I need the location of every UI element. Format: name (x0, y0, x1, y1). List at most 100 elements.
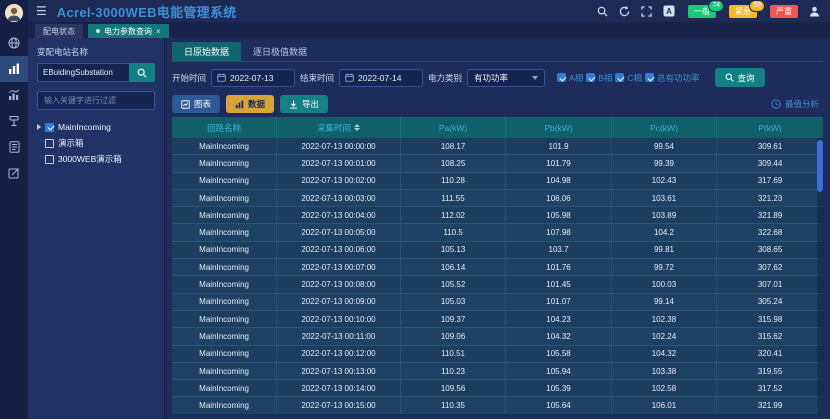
cell-circuit-name: MainIncoming (172, 155, 276, 171)
sidebar-item-edit[interactable] (0, 160, 28, 186)
cell-pc: 104.32 (611, 346, 716, 362)
table-row[interactable]: MainIncoming 2022-07-13 00:10:00 109.37 … (172, 311, 823, 328)
phase-checkbox-item[interactable]: C相 (615, 72, 642, 84)
table-row[interactable]: MainIncoming 2022-07-13 00:09:00 105.03 … (172, 294, 823, 311)
cell-pb: 105.39 (505, 380, 610, 396)
globe-icon (8, 37, 20, 49)
alarm-badge-urgent[interactable]: 紧急 59 (729, 5, 757, 18)
phase-checkbox-item[interactable]: A相 (557, 72, 583, 84)
table-row[interactable]: MainIncoming 2022-07-13 00:15:00 110.35 … (172, 397, 823, 414)
cell-collect-time: 2022-07-13 00:10:00 (276, 311, 400, 327)
table-row[interactable]: MainIncoming 2022-07-13 00:13:00 110.23 … (172, 363, 823, 380)
phase-checkbox-item[interactable]: 总有功功率 (645, 72, 700, 84)
cell-pa: 105.13 (400, 242, 505, 258)
cell-collect-time: 2022-07-13 00:00:00 (276, 138, 400, 154)
phase-checkbox-item[interactable]: B相 (586, 72, 612, 84)
cell-collect-time: 2022-07-13 00:07:00 (276, 259, 400, 275)
cell-circuit-name: MainIncoming (172, 259, 276, 275)
phase-checkbox[interactable] (615, 73, 624, 82)
tree-item[interactable]: MainIncoming (37, 119, 155, 135)
tree-checkbox[interactable] (45, 123, 54, 132)
tree-item[interactable]: 演示箱 (37, 135, 155, 151)
cell-pa: 110.23 (400, 363, 505, 379)
clock-icon (771, 99, 781, 109)
cell-pb: 101.9 (505, 138, 610, 154)
col-collect-time[interactable]: 采集时间 (276, 117, 400, 138)
cell-pc: 99.39 (611, 155, 716, 171)
avatar-icon (5, 4, 23, 22)
cell-pb: 105.58 (505, 346, 610, 362)
tree-checkbox[interactable] (45, 155, 54, 164)
cell-pb: 101.76 (505, 259, 610, 275)
station-search-button[interactable] (129, 63, 155, 82)
tree-caret-icon[interactable] (37, 124, 41, 130)
user-icon[interactable] (809, 6, 820, 17)
cell-p: 315.62 (716, 328, 823, 344)
table-row[interactable]: MainIncoming 2022-07-13 00:01:00 108.25 … (172, 155, 823, 172)
power-type-select[interactable]: 有功功率 (467, 69, 545, 87)
cell-circuit-name: MainIncoming (172, 346, 276, 362)
cell-pc: 102.58 (611, 380, 716, 396)
cell-collect-time: 2022-07-13 00:03:00 (276, 190, 400, 206)
data-view-button[interactable]: 数据 (226, 95, 274, 113)
cell-circuit-name: MainIncoming (172, 328, 276, 344)
close-tab-icon[interactable]: × (156, 27, 161, 36)
fullscreen-icon[interactable] (641, 6, 652, 17)
table-row[interactable]: MainIncoming 2022-07-13 00:11:00 109.06 … (172, 328, 823, 345)
cell-collect-time: 2022-07-13 00:15:00 (276, 397, 400, 413)
table-row[interactable]: MainIncoming 2022-07-13 00:00:00 108.17 … (172, 138, 823, 155)
menu-toggle-icon[interactable]: ☰ (36, 5, 47, 17)
table-row[interactable]: MainIncoming 2022-07-13 00:02:00 110.28 … (172, 173, 823, 190)
refresh-icon[interactable] (619, 6, 630, 17)
data-table: 回路名称 采集时间 Pa(kW) Pb(kW) Pc(kW) P(kW) (172, 117, 823, 414)
table-row[interactable]: MainIncoming 2022-07-13 00:04:00 112.02 … (172, 207, 823, 224)
cell-circuit-name: MainIncoming (172, 207, 276, 223)
sidebar-item-power-query[interactable] (0, 56, 28, 82)
sidebar-item-report[interactable] (0, 134, 28, 160)
cell-pc: 103.89 (611, 207, 716, 223)
tab-daily-extremes[interactable]: 逐日极值数据 (241, 42, 319, 61)
sidebar-item-device[interactable] (0, 108, 28, 134)
phase-checkbox[interactable] (586, 73, 595, 82)
sidebar-item-globe[interactable] (0, 30, 28, 56)
search-icon[interactable] (597, 6, 608, 17)
tree-item[interactable]: 3000WEB演示箱 (37, 151, 155, 167)
tab-power-query[interactable]: 电力参数查询 × (88, 24, 169, 38)
sidebar-item-analytics[interactable] (0, 82, 28, 108)
cell-p: 305.24 (716, 294, 823, 310)
table-row[interactable]: MainIncoming 2022-07-13 00:07:00 106.14 … (172, 259, 823, 276)
scrollbar-thumb[interactable] (817, 140, 823, 192)
tab-daily-raw-data[interactable]: 日原始数据 (172, 42, 241, 61)
table-row[interactable]: MainIncoming 2022-07-13 00:14:00 109.56 … (172, 380, 823, 397)
tree-checkbox[interactable] (45, 139, 54, 148)
table-row[interactable]: MainIncoming 2022-07-13 00:08:00 105.52 … (172, 276, 823, 293)
sort-icon[interactable] (354, 124, 360, 131)
start-date-input[interactable]: 2022-07-13 (211, 69, 295, 87)
user-avatar[interactable] (5, 4, 23, 22)
language-icon[interactable]: A (663, 5, 675, 17)
end-date-input[interactable]: 2022-07-14 (339, 69, 423, 87)
calendar-icon (217, 73, 226, 82)
export-button[interactable]: 导出 (280, 95, 328, 113)
cell-pb: 106.06 (505, 190, 610, 206)
station-input[interactable] (37, 63, 129, 82)
extremes-analysis-link[interactable]: 最值分析 (771, 98, 819, 110)
chart-view-button[interactable]: 图表 (172, 95, 220, 113)
col-pb: Pb(kW) (505, 117, 610, 138)
alarm-badge-general[interactable]: 一般 74 (688, 5, 716, 18)
phase-checkbox[interactable] (557, 73, 566, 82)
query-button[interactable]: 查询 (715, 68, 765, 87)
table-row[interactable]: MainIncoming 2022-07-13 00:06:00 105.13 … (172, 242, 823, 259)
top-bar: ☰ Acrel-3000WEB电能管理系统 A 一般 74 紧急 59 (28, 0, 830, 22)
tab-distribution-status[interactable]: 配电状态 (35, 24, 83, 38)
tree-filter-input[interactable] (37, 91, 155, 110)
cell-collect-time: 2022-07-13 00:02:00 (276, 173, 400, 189)
table-row[interactable]: MainIncoming 2022-07-13 00:05:00 110.5 1… (172, 224, 823, 241)
tab-distribution-status-label: 配电状态 (43, 26, 75, 37)
phase-checkbox[interactable] (645, 73, 654, 82)
table-row[interactable]: MainIncoming 2022-07-13 00:03:00 111.55 … (172, 190, 823, 207)
icon-rail (0, 0, 28, 419)
table-row[interactable]: MainIncoming 2022-07-13 00:12:00 110.51 … (172, 346, 823, 363)
cell-pa: 105.03 (400, 294, 505, 310)
alarm-badge-critical[interactable]: 严重 (770, 5, 798, 18)
